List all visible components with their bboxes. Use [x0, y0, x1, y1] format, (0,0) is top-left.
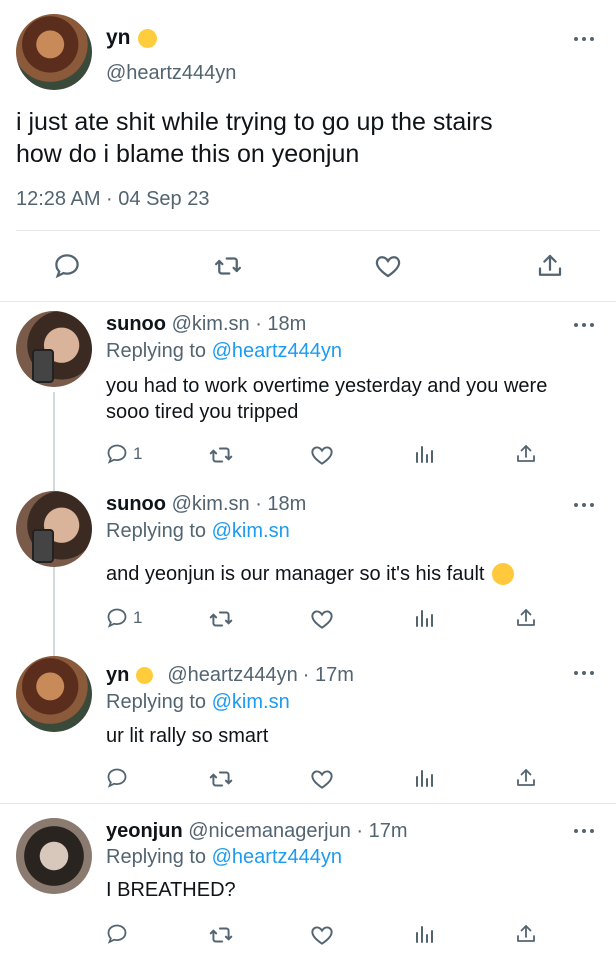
speech-bubble-icon[interactable]: [105, 766, 129, 790]
reply-author-handle[interactable]: @kim.sn: [172, 313, 250, 335]
divider: [0, 301, 616, 302]
reply-count: 1: [133, 608, 143, 627]
avatar-yn[interactable]: [16, 14, 92, 90]
share-upload-icon[interactable]: [514, 442, 538, 466]
tweet-timestamp[interactable]: 12:28 AM · 04 Sep 23: [16, 188, 209, 211]
reply-text: you had to work overtime yesterday and y…: [106, 373, 547, 425]
blushing-face-emoji: [137, 28, 157, 48]
blushing-face-emoji: [136, 667, 154, 684]
reply-author-handle[interactable]: @kim.sn: [172, 493, 250, 515]
reply-time[interactable]: · 18m: [255, 493, 306, 515]
avatar-yn[interactable]: [16, 656, 92, 732]
more-dots-icon[interactable]: [574, 502, 594, 508]
reply-author-name[interactable]: sunoo: [106, 313, 166, 335]
reply-button[interactable]: 1: [105, 442, 142, 466]
replying-to: Replying to @heartz444yn: [106, 846, 342, 869]
reply-text-line2: sooo tired you tripped: [106, 401, 299, 423]
speech-bubble-icon: [107, 608, 127, 628]
reply-header: yeonjun @nicemanagerjun · 17m: [106, 820, 408, 843]
reply-author-handle[interactable]: @heartz444yn: [167, 664, 297, 687]
divider: [0, 803, 616, 804]
retweet-arrows-icon[interactable]: [208, 766, 234, 792]
reply-time[interactable]: · 17m: [356, 820, 407, 842]
heart-outline-icon[interactable]: [309, 766, 335, 792]
reply-author-name[interactable]: yeonjun: [106, 820, 183, 842]
reply-author-name[interactable]: sunoo: [106, 493, 166, 515]
retweet-arrows-icon[interactable]: [208, 606, 234, 632]
speech-bubble-icon: [107, 444, 127, 464]
replying-to-handle[interactable]: @heartz444yn: [212, 846, 342, 868]
heart-outline-icon[interactable]: [309, 442, 335, 468]
reply-text-line1: and yeonjun is our manager so it's his f…: [106, 563, 485, 585]
heart-outline-icon[interactable]: [373, 251, 403, 281]
share-upload-icon[interactable]: [514, 606, 538, 630]
replying-to-label: Replying to: [106, 691, 207, 713]
replying-to-handle[interactable]: @heartz444yn: [212, 340, 342, 362]
replying-to-label: Replying to: [106, 846, 207, 868]
retweet-arrows-icon[interactable]: [208, 442, 234, 468]
replying-to-handle[interactable]: @kim.sn: [212, 520, 290, 542]
reply-author-handle[interactable]: @nicemanagerjun: [188, 820, 351, 842]
reply-header: yn @heartz444yn · 17m: [106, 664, 354, 687]
hugging-face-emoji: [492, 563, 515, 585]
retweet-arrows-icon[interactable]: [213, 251, 243, 281]
replying-to: Replying to @kim.sn: [106, 691, 290, 714]
share-upload-icon[interactable]: [535, 251, 565, 281]
replying-to-label: Replying to: [106, 340, 207, 362]
tweet-text-line1: i just ate shit while trying to go up th…: [16, 108, 493, 136]
replying-to-handle[interactable]: @kim.sn: [212, 691, 290, 713]
replying-to: Replying to @heartz444yn: [106, 340, 342, 363]
share-upload-icon[interactable]: [514, 922, 538, 946]
reply-header: sunoo @kim.sn · 18m: [106, 493, 306, 516]
speech-bubble-icon[interactable]: [52, 251, 82, 281]
reply-text-line1: ur lit rally so smart: [106, 725, 269, 747]
reply-time[interactable]: · 17m: [303, 664, 354, 687]
share-upload-icon[interactable]: [514, 766, 538, 790]
bar-chart-icon[interactable]: [412, 766, 436, 790]
author-name[interactable]: yn: [106, 26, 131, 50]
bar-chart-icon[interactable]: [412, 442, 436, 466]
avatar-sunoo[interactable]: [16, 311, 92, 387]
speech-bubble-icon[interactable]: [105, 922, 129, 946]
heart-outline-icon[interactable]: [309, 922, 335, 948]
reply-author-name[interactable]: yn: [106, 664, 129, 687]
replying-to-label: Replying to: [106, 520, 207, 542]
more-dots-icon[interactable]: [574, 670, 594, 676]
more-dots-icon[interactable]: [574, 322, 594, 328]
reply-text-line1: I BREATHED?: [106, 879, 236, 901]
avatar-yeonjun[interactable]: [16, 818, 92, 894]
reply-count: 1: [133, 444, 143, 463]
heart-outline-icon[interactable]: [309, 606, 335, 632]
author-handle[interactable]: @heartz444yn: [106, 62, 236, 85]
bar-chart-icon[interactable]: [412, 606, 436, 630]
reply-time[interactable]: · 18m: [255, 313, 306, 335]
reply-text: and yeonjun is our manager so it's his f…: [106, 561, 515, 587]
bar-chart-icon[interactable]: [412, 922, 436, 946]
main-author-row: yn: [106, 26, 157, 50]
reply-button[interactable]: 1: [105, 606, 142, 630]
divider: [16, 230, 600, 231]
more-dots-icon[interactable]: [574, 36, 594, 42]
replying-to: Replying to @kim.sn: [106, 520, 290, 543]
retweet-arrows-icon[interactable]: [208, 922, 234, 948]
more-dots-icon[interactable]: [574, 828, 594, 834]
reply-text-line1: you had to work overtime yesterday and y…: [106, 375, 548, 397]
tweet-text-line2: how do i blame this on yeonjun: [16, 140, 360, 168]
avatar-sunoo[interactable]: [16, 491, 92, 567]
reply-header: sunoo @kim.sn · 18m: [106, 313, 306, 336]
tweet-text: i just ate shit while trying to go up th…: [16, 106, 493, 170]
